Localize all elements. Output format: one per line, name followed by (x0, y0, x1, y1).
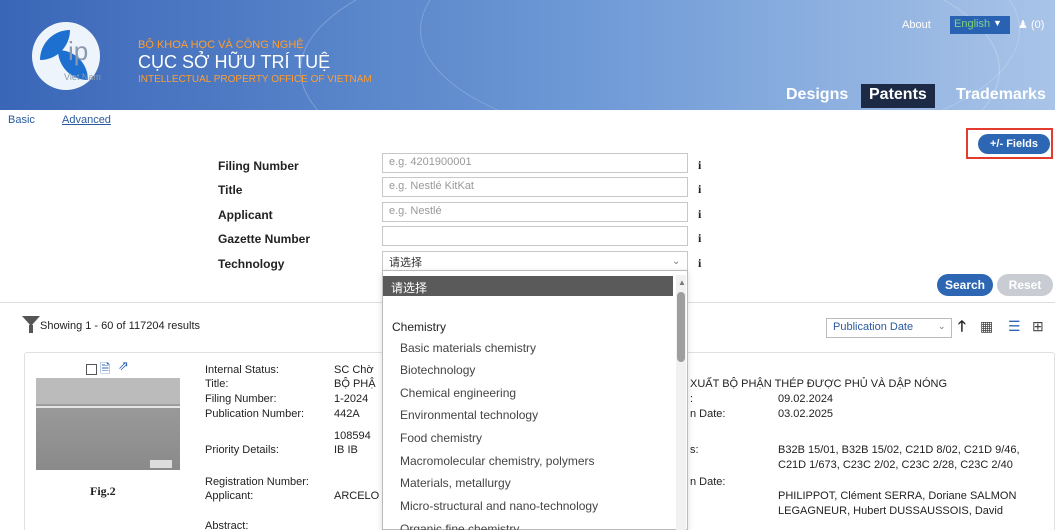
applicant-value: ARCELO (334, 490, 380, 502)
about-link[interactable]: About (902, 19, 931, 31)
search-button[interactable]: Search (937, 274, 993, 296)
inventors-line2: LEGAGNEUR, Hubert DUSSAUSSOIS, David (778, 505, 1003, 517)
logo-text: ip (68, 36, 89, 66)
grid-view-icon[interactable]: ▦ (980, 318, 993, 335)
ministry-name: BỘ KHOA HỌC VÀ CÔNG NGHỆ (138, 39, 304, 51)
info-icon[interactable]: i (698, 207, 701, 222)
filing-number-label: Filing Number (218, 159, 299, 173)
tab-trademarks[interactable]: Trademarks (948, 84, 1054, 108)
registration-date-label: n Date: (690, 476, 726, 488)
dropdown-option-selected[interactable]: 请选择 (383, 276, 673, 296)
logo-subtext: Viet Nam (64, 72, 101, 82)
dropdown-option[interactable]: Environmental technology (400, 408, 538, 422)
title-label: Title (218, 183, 243, 197)
ipc-classes-line1: B32B 15/01, B32B 15/02, C21D 8/02, C21D … (778, 444, 1020, 456)
user-cart[interactable]: ♟ (0) (1018, 18, 1044, 31)
sort-direction-icon[interactable]: 🡑 (958, 316, 966, 341)
inventors-line1: PHILIPPOT, Clément SERRA, Doriane SALMON (778, 490, 1017, 502)
publication-date-label: n Date: (690, 408, 726, 420)
figure-label: Fig.2 (90, 484, 116, 498)
dropdown-scrollbar-thumb[interactable] (677, 292, 685, 362)
technology-select[interactable]: 请选择 (382, 251, 688, 271)
publication-date-value: 03.02.2025 (778, 408, 834, 420)
chevron-down-icon: ⌄ (672, 256, 681, 267)
dropdown-option[interactable]: Organic fine chemistry (400, 522, 519, 530)
registration-number-label: Registration Number: (205, 476, 309, 488)
technology-dropdown (382, 270, 688, 530)
drawing-thumbnail[interactable] (36, 378, 180, 470)
filter-icon-stem (29, 325, 33, 333)
priority-number-value: 108594 (334, 430, 371, 442)
user-icon: ♟ (1018, 19, 1028, 31)
info-icon[interactable]: i (698, 231, 701, 246)
filing-number-input[interactable]: e.g. 4201900001 (382, 153, 688, 173)
dropdown-option[interactable]: Macromolecular chemistry, polymers (400, 454, 595, 468)
title-value: BỘ PHẬ (334, 378, 376, 390)
title-tail: XUẤT BỘ PHẬN THÉP ĐƯỢC PHỦ VÀ DẬP NÓNG (690, 378, 948, 390)
results-count: Showing 1 - 60 of 117204 results (40, 320, 201, 332)
internal-status-value: SC Chờ (334, 364, 374, 376)
tab-designs[interactable]: Designs (778, 84, 856, 108)
title-input[interactable]: e.g. Nestlé KitKat (382, 177, 688, 197)
filing-number-field-label: Filing Number: (205, 393, 277, 405)
toggle-fields-button[interactable]: +/- Fields (978, 134, 1050, 154)
tab-patents[interactable]: Patents (861, 84, 935, 108)
list-view-icon[interactable]: ☰ (1008, 318, 1021, 335)
info-icon[interactable]: i (698, 158, 701, 173)
priority-country-value: IB IB (334, 444, 358, 456)
gazette-number-label: Gazette Number (218, 232, 311, 246)
table-view-icon[interactable]: ⊞ (1032, 318, 1044, 335)
scroll-up-icon[interactable]: ▲ (678, 278, 686, 287)
applicant-field-label: Applicant: (205, 490, 254, 502)
basic-search-link[interactable]: Basic (8, 114, 35, 126)
thumbnail-scale-tag (150, 460, 172, 468)
thumbnail-layer-line (36, 406, 180, 408)
select-checkbox[interactable] (86, 364, 97, 375)
ipc-classes-line2: C21D 1/673, C23C 2/02, C23C 2/28, C23C 2… (778, 459, 1013, 471)
publication-number-label: Publication Number: (205, 408, 305, 420)
dropdown-option[interactable]: Chemical engineering (400, 386, 516, 400)
applicant-label: Applicant (218, 208, 273, 222)
dropdown-option[interactable]: Micro-structural and nano-technology (400, 499, 598, 513)
external-link-icon[interactable]: ⇗ (118, 358, 129, 374)
applicant-input[interactable]: e.g. Nestlé (382, 202, 688, 222)
info-icon[interactable]: i (698, 182, 701, 197)
priority-details-label: Priority Details: (205, 444, 279, 456)
technology-label: Technology (218, 257, 285, 271)
reset-button[interactable]: Reset (997, 274, 1053, 296)
agency-name: CỤC SỞ HỮU TRÍ TUỆ (138, 52, 331, 72)
dropdown-option[interactable]: Basic materials chemistry (400, 341, 536, 355)
abstract-label: Abstract: (205, 520, 249, 530)
filing-date-label: : (690, 393, 694, 405)
sort-select[interactable]: Publication Date (826, 318, 952, 338)
chevron-down-icon: ⌄ (938, 321, 946, 331)
gazette-number-input[interactable] (382, 226, 688, 246)
agency-name-en: INTELLECTUAL PROPERTY OFFICE OF VIETNAM (138, 74, 372, 85)
cart-count: (0) (1030, 19, 1045, 31)
dropdown-group-chemistry: Chemistry (392, 320, 447, 334)
dropdown-option[interactable]: Biotechnology (400, 363, 475, 377)
filing-number-value: 1-2024 (334, 393, 369, 405)
ipc-classes-label: s: (690, 444, 699, 456)
chevron-down-icon: ▼ (993, 18, 1002, 28)
title-field-label: Title: (205, 378, 229, 390)
publication-number-value: 442A (334, 408, 360, 420)
dropdown-option[interactable]: Food chemistry (400, 431, 482, 445)
advanced-search-link[interactable]: Advanced (62, 114, 111, 126)
info-icon[interactable]: i (698, 256, 701, 271)
dropdown-option[interactable]: Materials, metallurgy (400, 476, 511, 490)
internal-status-label: Internal Status: (205, 364, 279, 376)
filing-date-value: 09.02.2024 (778, 393, 834, 405)
